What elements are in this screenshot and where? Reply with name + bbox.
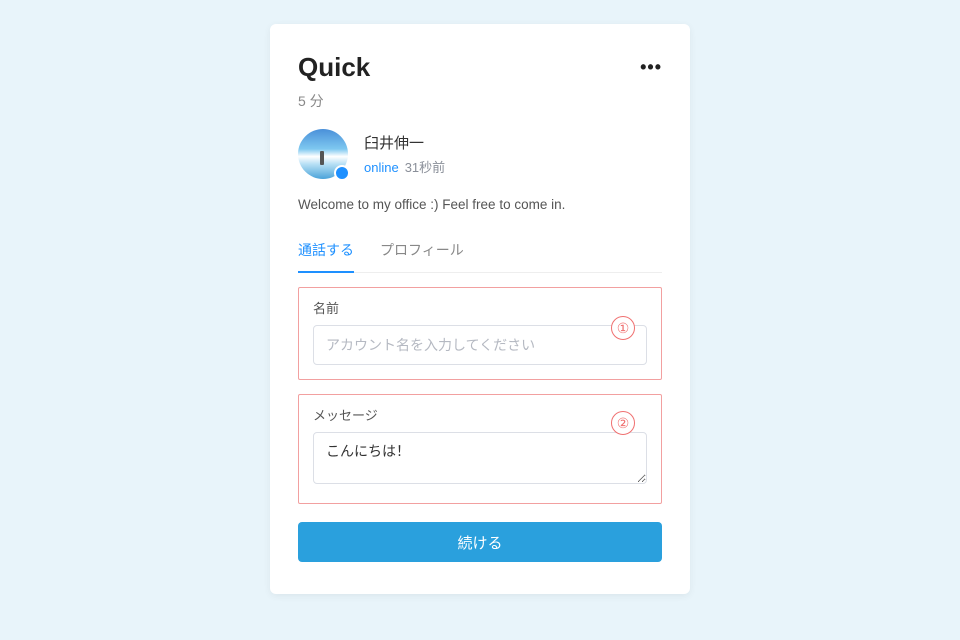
profile-card: Quick ••• 5 分 臼井伸一 online 31秒前 Welcome to… [270,24,690,594]
name-label: 名前 [313,298,647,317]
user-name: 臼井伸一 [364,132,445,153]
name-field-group: 名前 ① [298,287,662,380]
name-input[interactable] [313,325,647,365]
card-header: Quick ••• [298,52,662,83]
user-info: 臼井伸一 online 31秒前 [364,132,445,176]
presence-dot-icon [334,165,350,181]
continue-button[interactable]: 続ける [298,522,662,562]
message-label: メッセージ [313,405,647,424]
tabs: 通話する プロフィール [298,230,662,273]
more-horizontal-icon[interactable]: ••• [640,57,662,78]
message-input[interactable] [313,432,647,484]
message-field-group: メッセージ ② [298,394,662,504]
time-ago: 31秒前 [405,160,445,175]
user-meta: online 31秒前 [364,157,445,176]
app-title: Quick [298,52,370,83]
user-row: 臼井伸一 online 31秒前 [298,129,662,179]
duration-label: 5 分 [298,91,662,111]
avatar-wrap [298,129,348,179]
tab-profile[interactable]: プロフィール [380,230,464,272]
welcome-text: Welcome to my office :) Feel free to com… [298,197,662,212]
tab-call[interactable]: 通話する [298,230,354,272]
status-label: online [364,160,399,175]
